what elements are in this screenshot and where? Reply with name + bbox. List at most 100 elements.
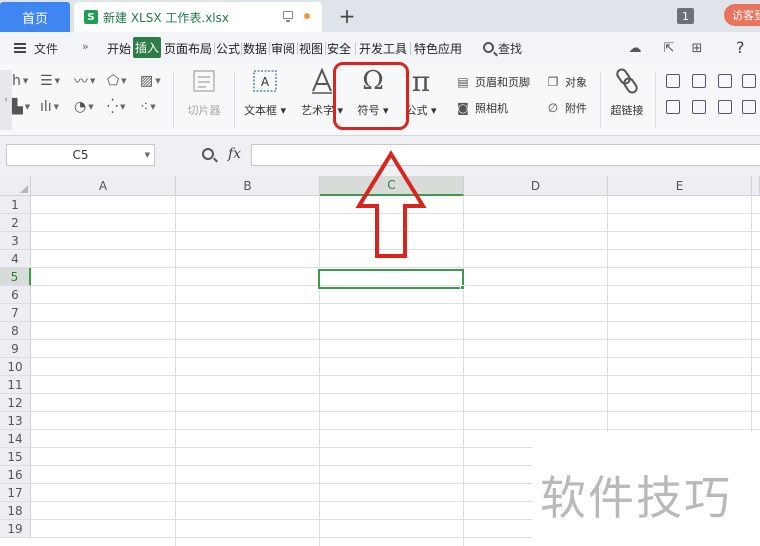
fill-handle[interactable] <box>460 285 465 290</box>
toolbox-icon[interactable]: ⊞ <box>690 41 704 56</box>
formula-input[interactable] <box>251 144 760 166</box>
tab-special-apps[interactable]: 特色应用 <box>414 40 462 57</box>
link-icon <box>614 66 640 96</box>
monitor-icon[interactable] <box>283 11 293 22</box>
scatter-chart-icon: ⁛ <box>107 99 119 115</box>
row-header[interactable]: 17 <box>0 484 31 502</box>
row-header[interactable]: 12 <box>0 394 31 412</box>
camera-button[interactable]: ◙ 照相机 <box>456 98 508 118</box>
row-header[interactable]: 8 <box>0 322 31 340</box>
insert-function-button[interactable]: fx <box>228 146 241 162</box>
row-header[interactable]: 2 <box>0 214 31 232</box>
slicer-icon <box>191 66 217 96</box>
tab-formulas[interactable]: 公式 <box>216 40 240 57</box>
tab-view[interactable]: 视图 <box>299 40 323 57</box>
wordart-icon <box>309 66 335 96</box>
stock-chart-button[interactable]: ▨ ▼ <box>140 72 161 90</box>
zoom-icon[interactable] <box>202 148 214 160</box>
name-box[interactable]: C5 ▼ <box>6 144 155 166</box>
tab-home[interactable]: 首页 <box>0 2 70 32</box>
row-header[interactable]: 4 <box>0 250 31 268</box>
hamburger-icon[interactable] <box>14 43 26 53</box>
combo-chart-button[interactable]: ılı ▼ <box>40 98 59 116</box>
pie-chart-button[interactable]: ◔ ▼ <box>74 98 94 116</box>
row-header-active[interactable]: 5 <box>0 268 31 286</box>
column-header-a[interactable]: A <box>31 176 176 196</box>
line-chart-button[interactable]: 〰 ▼ <box>74 72 95 90</box>
row-header[interactable]: 16 <box>0 466 31 484</box>
more-charts-button[interactable]: ⁖ ▼ <box>140 98 156 116</box>
row-header[interactable]: 7 <box>0 304 31 322</box>
row-header[interactable]: 19 <box>0 520 31 538</box>
combobox-control-icon[interactable] <box>718 100 732 114</box>
textbox-button[interactable]: A 文本框 ▾ <box>240 66 290 118</box>
row-header[interactable]: 15 <box>0 448 31 466</box>
ribbon-divider <box>234 72 235 128</box>
area-chart-button[interactable]: ▙ ▼ <box>12 98 30 116</box>
ribbon-divider <box>173 72 174 128</box>
column-header-f[interactable] <box>752 176 760 196</box>
slicer-button[interactable]: 切片器 <box>182 66 226 118</box>
radio-control-icon[interactable] <box>742 100 756 114</box>
tab-data[interactable]: 数据 <box>243 40 267 57</box>
camera-label: 照相机 <box>475 102 508 115</box>
spreadsheet-icon: S <box>84 10 98 24</box>
paperclip-icon: ∅ <box>547 101 559 115</box>
row-header[interactable]: 11 <box>0 376 31 394</box>
object-button[interactable]: ❐ 对象 <box>546 72 587 92</box>
scatter-chart-button[interactable]: ⁛ ▼ <box>107 98 126 116</box>
header-footer-button[interactable]: ▤ 页眉和页脚 <box>456 72 530 92</box>
new-tab-button[interactable]: + <box>336 4 358 28</box>
radar-chart-button[interactable]: ⬠ ▼ <box>107 72 127 90</box>
menu-divider <box>325 42 326 55</box>
help-icon[interactable]: ? <box>736 38 745 57</box>
tab-start[interactable]: 开始 <box>107 40 131 57</box>
listbox-control-icon[interactable] <box>692 100 706 114</box>
ribbon-scroll-left-icon[interactable]: ‹ <box>0 70 12 130</box>
row-header[interactable]: 9 <box>0 340 31 358</box>
column-header-b[interactable]: B <box>176 176 320 196</box>
bar-chart-icon: ☰ <box>40 73 53 89</box>
header-footer-label: 页眉和页脚 <box>475 76 530 89</box>
tab-insert[interactable]: 插入 <box>133 37 162 58</box>
column-chart-button[interactable]: h ▼ <box>12 72 28 90</box>
row-header[interactable]: 1 <box>0 196 31 214</box>
textbox-control-icon[interactable] <box>692 74 706 88</box>
search-command[interactable]: 查找 <box>498 40 522 57</box>
row-header[interactable]: 3 <box>0 232 31 250</box>
label-control-icon[interactable] <box>666 74 680 88</box>
gridline <box>31 321 760 322</box>
column-header-d[interactable]: D <box>464 176 608 196</box>
spinner-control-icon[interactable] <box>666 100 680 114</box>
row-header[interactable]: 13 <box>0 412 31 430</box>
file-menu[interactable]: 文件 <box>34 40 58 57</box>
tab-developer[interactable]: 开发工具 <box>359 40 407 57</box>
svg-text:A: A <box>261 75 270 89</box>
hyperlink-button[interactable]: 超链接 <box>606 66 648 118</box>
button-control-icon[interactable] <box>718 74 732 88</box>
chevron-down-icon[interactable]: ▼ <box>145 151 150 159</box>
cloud-icon[interactable]: ☁ <box>628 41 642 56</box>
visitor-login-button[interactable]: 访客登录 <box>724 4 760 26</box>
tab-review[interactable]: 审阅 <box>271 40 295 57</box>
search-icon[interactable] <box>483 42 494 53</box>
row-header[interactable]: 14 <box>0 430 31 448</box>
tab-security[interactable]: 安全 <box>327 40 351 57</box>
bar-chart-button[interactable]: ☰ ▼ <box>40 72 60 90</box>
active-cell-c5[interactable] <box>318 269 464 289</box>
select-all-corner[interactable] <box>0 176 31 196</box>
checkbox-control-icon[interactable] <box>742 74 756 88</box>
row-header[interactable]: 10 <box>0 358 31 376</box>
row-header[interactable]: 6 <box>0 286 31 304</box>
gridline <box>31 339 760 340</box>
object-icon: ❐ <box>547 75 559 89</box>
window-count-badge[interactable]: 1 <box>677 8 694 24</box>
column-header-e[interactable]: E <box>608 176 752 196</box>
attachment-button[interactable]: ∅ 附件 <box>546 98 587 118</box>
tab-page-layout[interactable]: 页面布局 <box>164 40 212 57</box>
row-header[interactable]: 18 <box>0 502 31 520</box>
share-icon[interactable]: ⇱ <box>662 41 676 56</box>
more-menu-toggle[interactable]: » <box>82 40 89 53</box>
gridline <box>31 411 760 412</box>
menu-divider <box>297 42 298 55</box>
